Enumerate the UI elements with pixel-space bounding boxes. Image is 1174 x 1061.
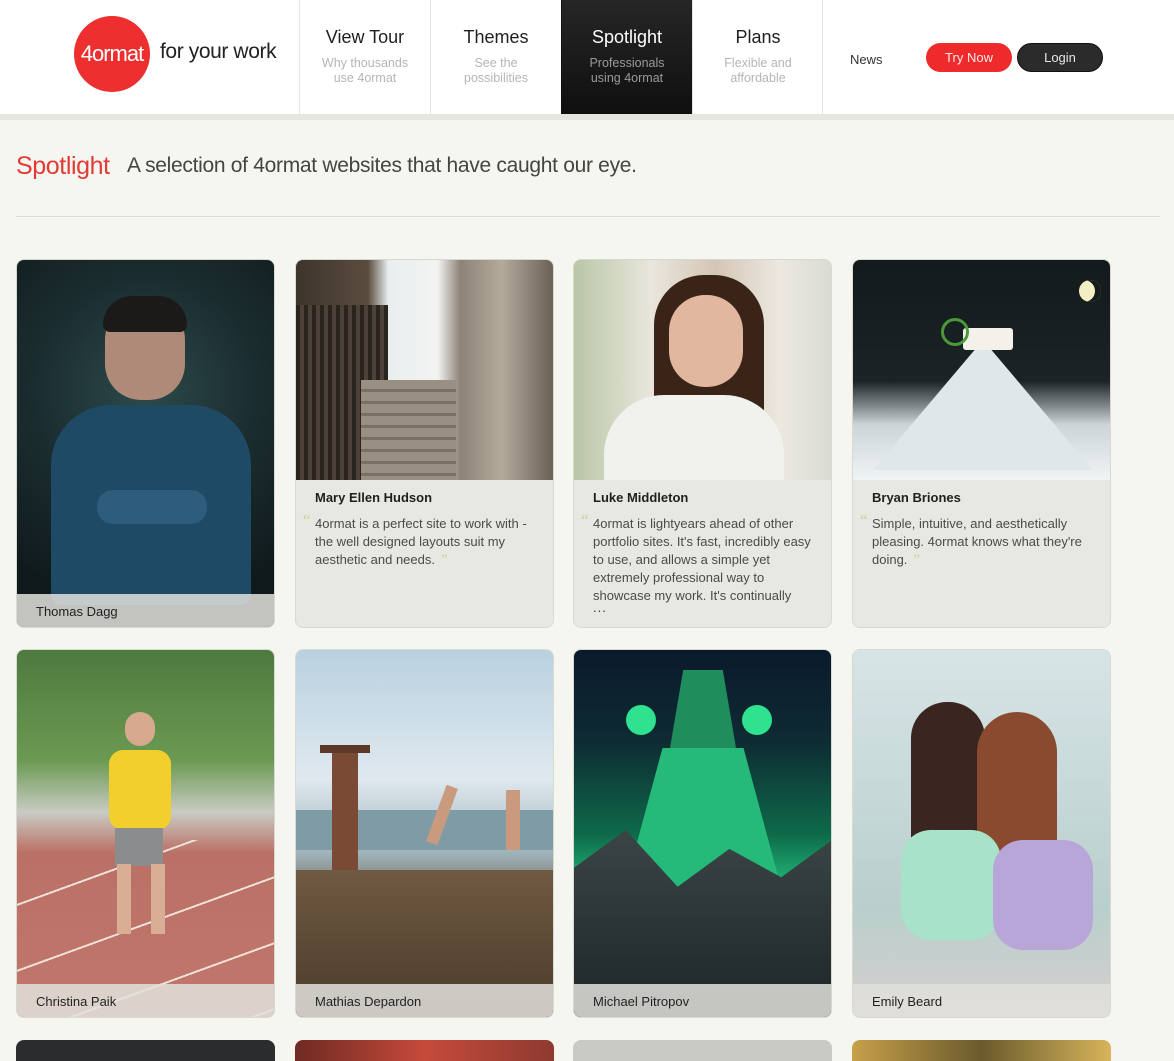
card-quote: 4ormat is lightyears ahead of other port…	[593, 516, 811, 603]
card-name: Thomas Dagg	[17, 594, 274, 627]
card-name: Mathias Depardon	[296, 984, 553, 1017]
quote-open-icon: “	[860, 511, 868, 530]
more-ellipsis[interactable]: ...	[593, 600, 607, 615]
spotlight-card-peek[interactable]	[16, 1040, 275, 1061]
quote-close-icon: ”	[440, 552, 448, 568]
card-quote: Simple, intuitive, and aesthetically ple…	[872, 515, 1096, 569]
spotlight-card-mathias-depardon[interactable]: Mathias Depardon	[295, 649, 554, 1018]
heading-divider	[16, 216, 1160, 217]
quote-open-icon: “	[303, 511, 311, 530]
portrait-face	[669, 295, 743, 387]
portfolio-image	[574, 650, 831, 1017]
portfolio-image	[296, 650, 553, 1017]
staircase	[361, 380, 456, 480]
quote-box: Mary Ellen Hudson “ 4ormat is a perfect …	[296, 480, 553, 627]
moon-icon	[1079, 280, 1101, 302]
nav-divider	[822, 0, 823, 114]
green-orb-left	[626, 705, 656, 735]
spotlight-card-peek[interactable]	[852, 1040, 1111, 1061]
spotlight-card-luke-middleton[interactable]: Luke Middleton “ 4ormat is lightyears ah…	[573, 259, 832, 628]
card-quote-text: Simple, intuitive, and aesthetically ple…	[872, 516, 1082, 567]
portrait-arms	[97, 490, 207, 524]
quote-box: Bryan Briones “ Simple, intuitive, and a…	[853, 480, 1110, 627]
brand-logo[interactable]: 4ormat	[74, 16, 150, 92]
login-button[interactable]: Login	[1017, 43, 1103, 72]
page-subtitle: A selection of 4ormat websites that have…	[127, 154, 637, 177]
nav-view-tour-subtitle: Why thousands use 4ormat	[321, 56, 409, 85]
spotlight-card-peek[interactable]	[573, 1040, 832, 1061]
power-outlet	[963, 328, 1013, 350]
figure-shorts	[115, 828, 163, 866]
portrait-shirt	[604, 395, 784, 480]
figure-leg-right	[151, 864, 165, 934]
spotlight-card-emily-beard[interactable]: Emily Beard	[852, 649, 1111, 1018]
portfolio-image	[574, 260, 831, 480]
nav-plans-subtitle: Flexible and affordable	[724, 56, 792, 85]
mountain-illustration	[873, 340, 1093, 470]
model-left-sweater	[901, 830, 1001, 940]
portrait-hair	[103, 296, 187, 332]
card-name: Michael Pitropov	[574, 984, 831, 1017]
portfolio-image	[853, 260, 1110, 480]
nav-view-tour[interactable]: View Tour Why thousands use 4ormat	[299, 0, 430, 114]
nav-themes-title: Themes	[463, 27, 529, 47]
nav-plans-title: Plans	[735, 27, 781, 47]
quote-box: Luke Middleton “ 4ormat is lightyears ah…	[574, 480, 831, 627]
nav-spotlight-subtitle: Professionals using 4ormat	[589, 56, 665, 85]
green-orb-right	[742, 705, 772, 735]
nav-plans[interactable]: Plans Flexible and affordable	[692, 0, 823, 114]
spotlight-card-peek[interactable]	[295, 1040, 554, 1061]
nav-themes-subtitle: See the possibilities	[464, 56, 528, 85]
card-quote: 4ormat is a perfect site to work with - …	[315, 515, 539, 569]
nav-spotlight[interactable]: Spotlight Professionals using 4ormat	[561, 0, 692, 114]
standing-figure	[506, 790, 520, 850]
nav-view-tour-title: View Tour	[325, 27, 405, 47]
statue-head	[670, 670, 736, 748]
card-name: Mary Ellen Hudson	[315, 490, 433, 505]
figure-jacket	[109, 750, 171, 830]
card-name: Emily Beard	[853, 984, 1110, 1017]
rusty-tower	[332, 750, 358, 870]
spotlight-card-thomas-dagg[interactable]: Thomas Dagg	[16, 259, 275, 628]
site-header: 4ormat for your work View Tour Why thous…	[0, 0, 1174, 114]
page-title: Spotlight	[16, 152, 110, 180]
spotlight-card-christina-paik[interactable]: Christina Paik	[16, 649, 275, 1018]
quote-open-icon: “	[581, 511, 589, 530]
spotlight-card-michael-pitropov[interactable]: Michael Pitropov	[573, 649, 832, 1018]
header-divider	[0, 114, 1174, 120]
try-now-button[interactable]: Try Now	[926, 43, 1012, 72]
green-cable	[941, 318, 969, 346]
brand-tagline: for your work	[160, 40, 277, 63]
card-name: Luke Middleton	[593, 490, 689, 505]
news-link[interactable]: News	[850, 52, 883, 67]
portfolio-image	[17, 260, 274, 627]
nav-spotlight-title: Spotlight	[591, 27, 663, 47]
model-right-sweater	[993, 840, 1093, 950]
figure-head	[125, 712, 155, 746]
card-quote-text: 4ormat is a perfect site to work with - …	[315, 516, 527, 567]
figure-leg-left	[117, 864, 131, 934]
portfolio-image	[17, 650, 274, 1017]
spotlight-card-bryan-briones[interactable]: Bryan Briones “ Simple, intuitive, and a…	[852, 259, 1111, 628]
portfolio-image	[296, 260, 553, 480]
spotlight-card-mary-ellen-hudson[interactable]: Mary Ellen Hudson “ 4ormat is a perfect …	[295, 259, 554, 628]
card-name: Bryan Briones	[872, 490, 961, 505]
card-name: Christina Paik	[17, 984, 274, 1017]
tower-platform	[320, 745, 370, 753]
quote-close-icon: ”	[913, 552, 921, 568]
portfolio-image	[853, 650, 1110, 1017]
nav-themes[interactable]: Themes See the possibilities	[430, 0, 561, 114]
